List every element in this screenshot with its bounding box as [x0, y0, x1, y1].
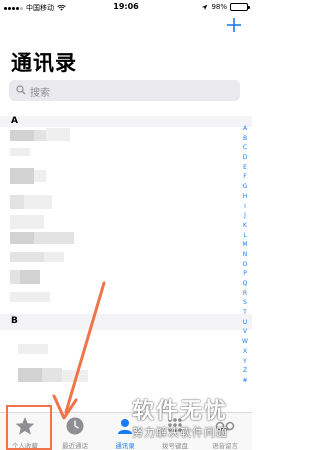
watermark-title: 软件无忧: [132, 399, 229, 424]
annotation-arrow: [52, 281, 106, 420]
watermark: 软件无忧 努力解决软件问题: [122, 395, 250, 450]
watermark-subtitle: 努力解决软件问题: [132, 426, 228, 439]
